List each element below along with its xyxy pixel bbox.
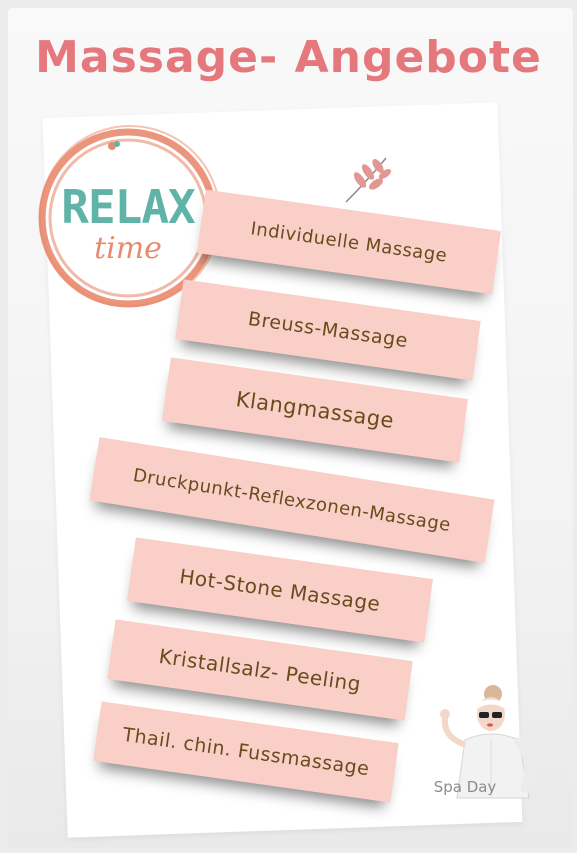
spa-day-caption: Spa Day <box>434 778 497 796</box>
sprig-icon <box>345 157 392 203</box>
logo-word: RELAX <box>61 180 196 234</box>
page-title: Massage- Angebote <box>35 32 542 83</box>
logo-script: time <box>94 231 162 266</box>
spa-day-illustration: Spa Day <box>434 685 534 799</box>
